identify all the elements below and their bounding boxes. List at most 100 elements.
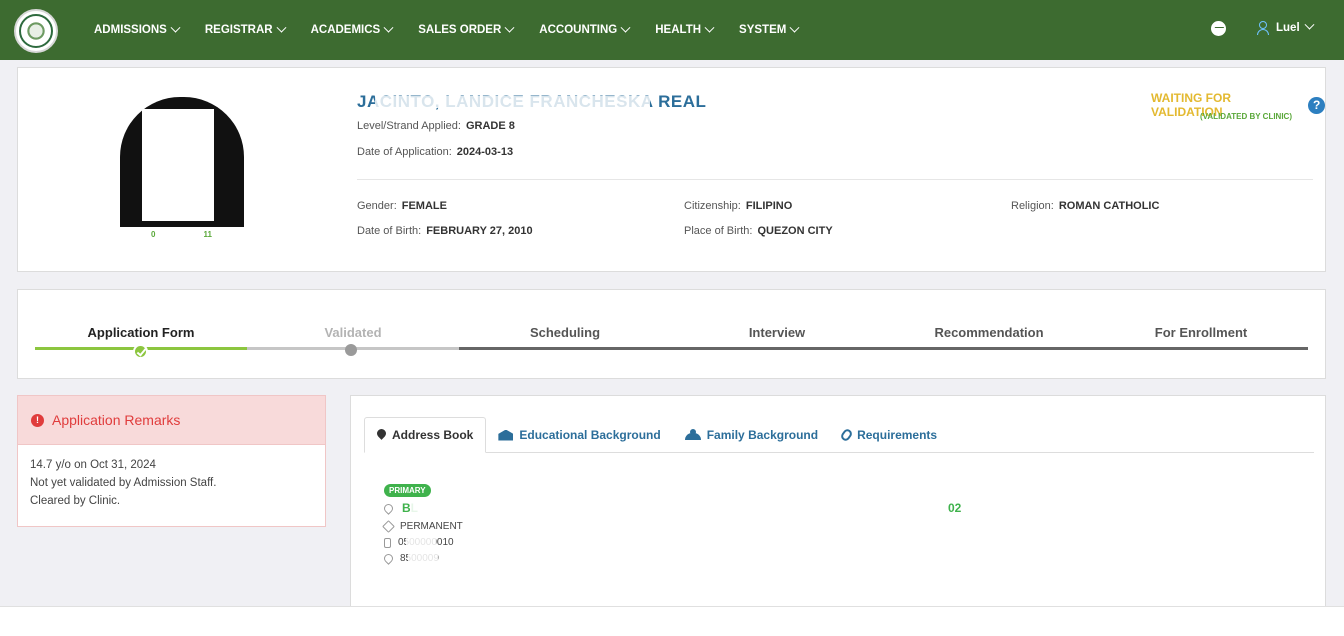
seal-icon bbox=[19, 14, 53, 48]
chevron-down-icon bbox=[170, 22, 181, 33]
phone-value: 8500009 bbox=[400, 553, 439, 565]
applicant-profile-card: 0 11 JACINTO, LANDICE FRANCHESKA REAL Lev… bbox=[17, 67, 1326, 272]
tab-label: Family Background bbox=[706, 428, 819, 442]
menu-admissions[interactable]: ADMISSIONS bbox=[94, 22, 181, 36]
application-remarks-card: ! Application Remarks 14.7 y/o on Oct 31… bbox=[17, 395, 326, 527]
step-recommendation[interactable]: Recommendation bbox=[883, 325, 1095, 340]
tab-label: Educational Background bbox=[519, 428, 661, 442]
dob-value: FEBRUARY 27, 2010 bbox=[426, 225, 533, 237]
remarks-header: ! Application Remarks bbox=[18, 396, 325, 445]
tag-icon bbox=[382, 520, 395, 533]
menu-accounting[interactable]: ACCOUNTING bbox=[539, 22, 631, 36]
progress-bar-remaining bbox=[459, 347, 1308, 350]
menu-registrar[interactable]: REGISTRAR bbox=[204, 22, 287, 36]
citizenship-field: Citizenship: FILIPINO bbox=[684, 200, 792, 212]
applicant-name: JACINTO, LANDICE FRANCHESKA REAL bbox=[357, 92, 707, 111]
help-icon[interactable]: ? bbox=[1308, 96, 1325, 114]
alert-icon: ! bbox=[31, 413, 44, 427]
chevron-down-icon bbox=[620, 22, 631, 33]
mobile-icon bbox=[384, 537, 391, 548]
school-icon bbox=[498, 429, 514, 441]
remark-line: Not yet validated by Admission Staff. bbox=[30, 477, 217, 489]
status-subtext: (VALIDATED BY CLINIC) bbox=[1200, 112, 1292, 121]
remarks-title: Application Remarks bbox=[52, 412, 181, 428]
photo-counter-left: 0 bbox=[151, 230, 156, 239]
tab-family-background[interactable]: Family Background bbox=[673, 417, 830, 453]
step-interview[interactable]: Interview bbox=[671, 325, 883, 340]
date-application-value: 2024-03-13 bbox=[456, 146, 514, 158]
main-menu: ADMISSIONS REGISTRAR ACADEMICS SALES ORD… bbox=[94, 0, 824, 60]
level-value: GRADE 8 bbox=[465, 120, 515, 132]
profile-divider bbox=[357, 179, 1313, 180]
step-application-form[interactable]: Application Form bbox=[35, 325, 247, 340]
address-type-value: PERMANENT bbox=[400, 521, 463, 532]
address-end: 02 bbox=[948, 501, 962, 515]
phone-number: 8500009 bbox=[382, 552, 439, 565]
religion-field: Religion: ROMAN CATHOLIC bbox=[1011, 200, 1159, 212]
menu-academics[interactable]: ACADEMICS bbox=[310, 22, 394, 36]
menu-label: SALES ORDER bbox=[418, 24, 502, 36]
chevron-down-icon bbox=[1304, 19, 1315, 30]
applicant-details-card: Address Book Educational Background Fami… bbox=[350, 395, 1326, 610]
remarks-body: 14.7 y/o on Oct 31, 2024 Not yet validat… bbox=[18, 445, 325, 521]
chevron-down-icon bbox=[383, 22, 394, 33]
menu-label: SYSTEM bbox=[739, 24, 787, 36]
application-progress: Application Form Validated Scheduling In… bbox=[17, 289, 1326, 379]
location-icon bbox=[382, 501, 395, 515]
step-scheduling[interactable]: Scheduling bbox=[459, 325, 671, 340]
applicant-photo bbox=[114, 93, 250, 227]
remark-line: Cleared by Clinic. bbox=[30, 495, 121, 507]
chevron-down-icon bbox=[276, 22, 287, 33]
messenger-icon[interactable] bbox=[1211, 21, 1226, 36]
primary-badge: PRIMARY bbox=[384, 484, 431, 497]
menu-label: ACCOUNTING bbox=[539, 24, 618, 36]
dob-label: Date of Birth: bbox=[357, 225, 422, 237]
chevron-down-icon bbox=[789, 22, 800, 33]
menu-system[interactable]: SYSTEM bbox=[739, 22, 800, 36]
chevron-down-icon bbox=[704, 22, 715, 33]
menu-label: HEALTH bbox=[655, 24, 702, 36]
religion-value: ROMAN CATHOLIC bbox=[1058, 200, 1160, 212]
pob-label: Place of Birth: bbox=[684, 225, 753, 237]
citizenship-label: Citizenship: bbox=[684, 200, 741, 212]
menu-label: ACADEMICS bbox=[310, 24, 381, 36]
tab-requirements[interactable]: Requirements bbox=[830, 417, 949, 453]
gender-field: Gender: FEMALE bbox=[357, 200, 447, 212]
menu-health[interactable]: HEALTH bbox=[655, 22, 715, 36]
address-type: PERMANENT bbox=[382, 520, 463, 533]
user-menu[interactable]: Luel bbox=[1256, 19, 1315, 35]
page-footer bbox=[0, 606, 1344, 636]
step-for-enrollment[interactable]: For Enrollment bbox=[1095, 325, 1307, 340]
pending-dot-icon bbox=[345, 344, 357, 356]
tab-educational-background[interactable]: Educational Background bbox=[486, 417, 672, 453]
user-name: Luel bbox=[1276, 21, 1300, 34]
level-label: Level/Strand Applied: bbox=[357, 120, 461, 132]
check-icon bbox=[133, 344, 148, 359]
step-validated[interactable]: Validated bbox=[247, 325, 459, 340]
tab-address-book[interactable]: Address Book bbox=[364, 417, 487, 453]
date-application-field: Date of Application: 2024-03-13 bbox=[357, 146, 513, 158]
menu-label: REGISTRAR bbox=[204, 24, 273, 36]
photo-redaction bbox=[142, 109, 214, 221]
address-line: BL 02 bbox=[382, 501, 962, 517]
users-icon bbox=[684, 429, 701, 440]
address-redaction bbox=[410, 501, 940, 517]
photo-counter-right: 11 bbox=[203, 230, 212, 239]
citizenship-value: FILIPINO bbox=[745, 200, 793, 212]
remark-line: 14.7 y/o on Oct 31, 2024 bbox=[30, 459, 156, 471]
details-tabs: Address Book Educational Background Fami… bbox=[364, 417, 1314, 453]
pob-value: QUEZON CITY bbox=[757, 225, 833, 237]
pob-field: Place of Birth: QUEZON CITY bbox=[684, 225, 833, 237]
gender-value: FEMALE bbox=[401, 200, 447, 212]
menu-label: ADMISSIONS bbox=[94, 24, 167, 36]
paperclip-icon bbox=[839, 427, 854, 443]
tab-label: Requirements bbox=[857, 428, 938, 442]
phone-icon bbox=[382, 552, 395, 565]
menu-sales-order[interactable]: SALES ORDER bbox=[418, 22, 515, 36]
photo-counters: 0 11 bbox=[151, 230, 260, 239]
school-logo[interactable] bbox=[14, 9, 58, 53]
mobile-number: 0500000010 bbox=[384, 537, 454, 549]
user-icon bbox=[1256, 21, 1269, 35]
date-application-label: Date of Application: bbox=[357, 146, 452, 158]
tab-label: Address Book bbox=[392, 428, 474, 442]
